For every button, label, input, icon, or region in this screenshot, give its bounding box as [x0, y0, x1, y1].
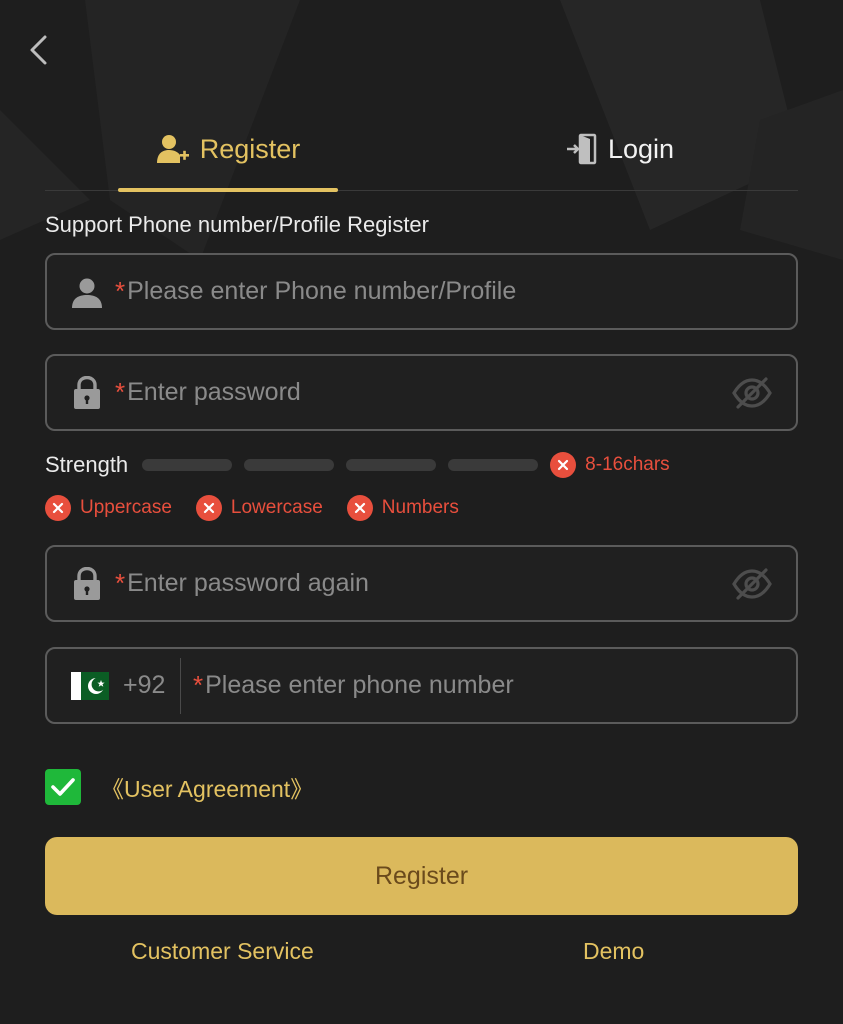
- chevron-left-icon: [30, 35, 47, 65]
- required-mark: *: [115, 276, 126, 306]
- close-circle-icon: [346, 495, 373, 521]
- user-agreement: 《User Agreement》: [45, 769, 313, 805]
- rule-uppercase-label: Uppercase: [80, 497, 172, 518]
- eye-off-icon[interactable]: [730, 373, 774, 413]
- close-circle-icon: [195, 495, 222, 521]
- account-input[interactable]: [127, 277, 796, 306]
- rule-length: 8-16chars: [550, 452, 670, 478]
- password-field[interactable]: *: [45, 354, 798, 431]
- country-code: +92: [123, 671, 166, 699]
- tab-register[interactable]: Register: [118, 110, 338, 188]
- password-strength: Strength 8-16chars: [45, 452, 670, 478]
- tab-login[interactable]: Login: [490, 110, 750, 188]
- strength-segment: [346, 459, 437, 471]
- phone-field[interactable]: +92 *: [45, 647, 798, 724]
- strength-segment: [244, 459, 335, 471]
- phone-input[interactable]: [205, 671, 796, 700]
- close-circle-icon: [45, 495, 71, 521]
- password-input[interactable]: [127, 378, 730, 407]
- checkmark-icon: [51, 778, 75, 796]
- tab-register-label: Register: [199, 133, 301, 164]
- strength-segment: [142, 459, 233, 471]
- rule-lowercase: Lowercase: [195, 495, 323, 521]
- pakistan-flag-icon: [71, 671, 109, 700]
- phone-input-wrap: *: [181, 670, 796, 701]
- rule-numbers-label: Numbers: [381, 497, 459, 518]
- rule-lowercase-label: Lowercase: [230, 497, 323, 518]
- lock-icon: [71, 375, 103, 409]
- rule-uppercase: Uppercase: [45, 495, 172, 521]
- login-door-icon: [566, 133, 598, 165]
- strength-segment: [448, 459, 539, 471]
- required-mark: *: [115, 568, 126, 598]
- register-page: Register Login Support Phone number/Prof…: [0, 0, 843, 1024]
- user-icon: [71, 276, 103, 308]
- form-subtitle: Support Phone number/Profile Register: [45, 212, 429, 237]
- back-button[interactable]: [18, 30, 58, 70]
- rule-numbers: Numbers: [346, 495, 459, 521]
- required-mark: *: [193, 670, 204, 700]
- eye-off-icon[interactable]: [730, 564, 774, 604]
- active-tab-indicator: [118, 188, 338, 192]
- password-again-input[interactable]: [127, 569, 730, 598]
- register-button[interactable]: Register: [45, 837, 798, 915]
- password-rules: Uppercase Lowercase Numbers: [45, 495, 483, 521]
- password-again-field[interactable]: *: [45, 545, 798, 622]
- tab-login-label: Login: [607, 133, 675, 164]
- required-mark: *: [115, 377, 126, 407]
- agreement-checkbox[interactable]: [45, 769, 81, 805]
- close-circle-icon: [550, 452, 577, 478]
- lock-icon: [71, 566, 103, 600]
- account-field[interactable]: *: [45, 253, 798, 330]
- demo-link[interactable]: Demo: [583, 938, 644, 965]
- customer-service-link[interactable]: Customer Service: [131, 938, 314, 965]
- user-agreement-link[interactable]: 《User Agreement》: [101, 770, 313, 804]
- rule-length-label: 8-16chars: [585, 454, 670, 475]
- auth-tabs: Register Login: [45, 110, 798, 192]
- strength-label: Strength: [45, 452, 129, 477]
- country-code-selector[interactable]: +92: [47, 657, 181, 714]
- user-plus-icon: [156, 133, 190, 165]
